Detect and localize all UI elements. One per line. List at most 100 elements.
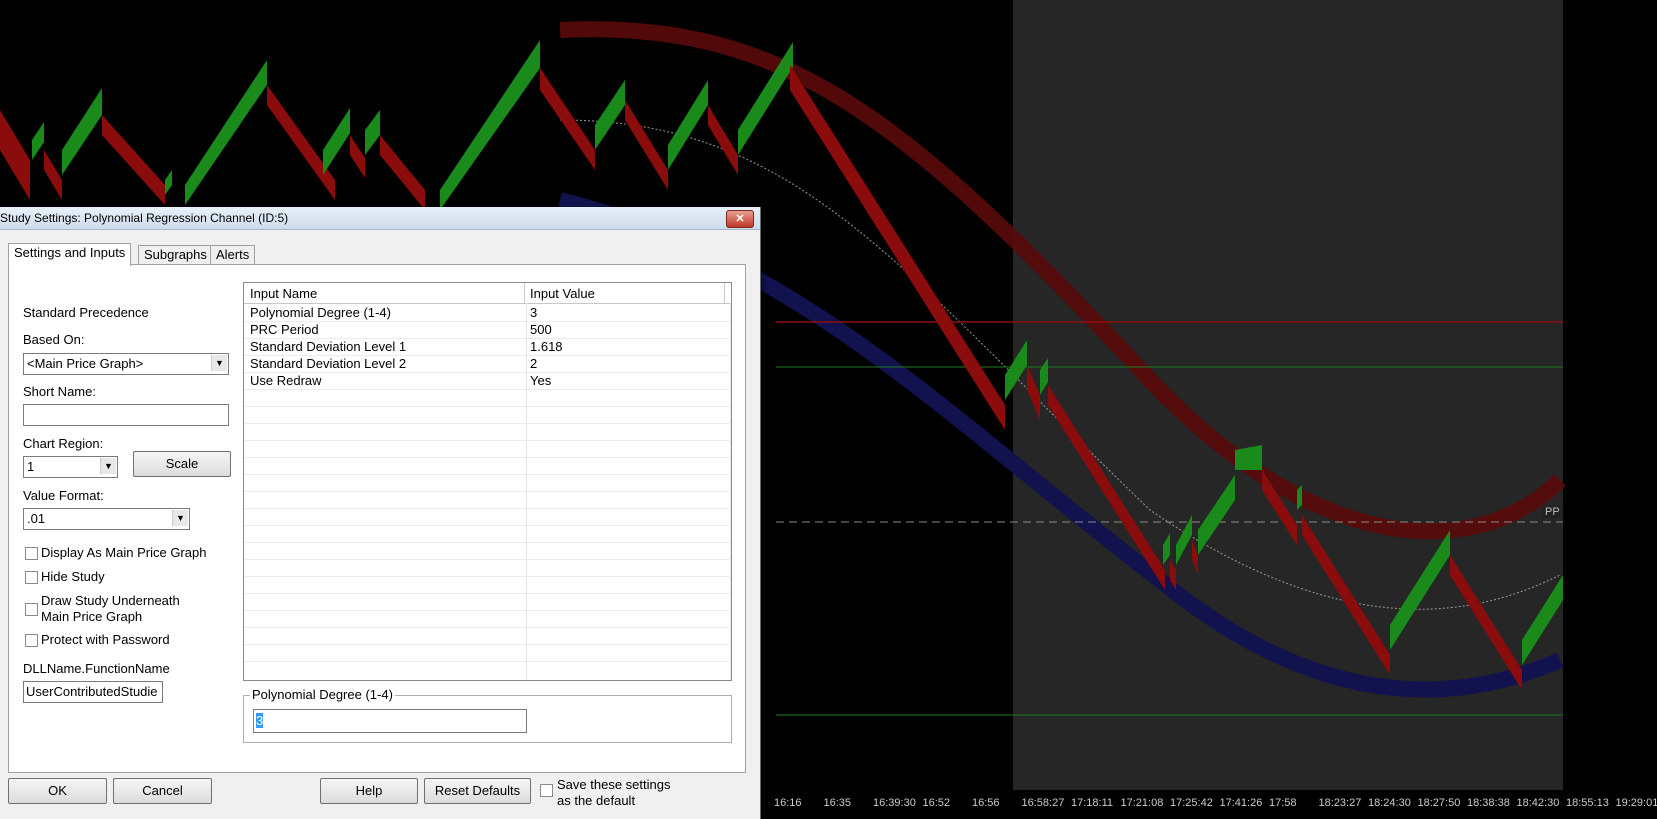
chevron-down-icon[interactable]: ▼: [211, 355, 227, 371]
grid-row[interactable]: [244, 457, 731, 475]
time-tick-label: 16:39:30: [873, 797, 916, 809]
time-tick-label: 19:29:01: [1615, 797, 1657, 809]
input-value-cell[interactable]: 1.618: [530, 339, 563, 354]
grid-row[interactable]: Standard Deviation Level 2 2: [244, 355, 731, 373]
chevron-down-icon[interactable]: ▼: [172, 510, 188, 526]
scale-button[interactable]: Scale: [133, 451, 231, 477]
input-value-cell[interactable]: Yes: [530, 373, 551, 388]
time-tick-label: 18:55:13: [1566, 797, 1609, 809]
grid-row[interactable]: [244, 525, 731, 543]
input-name-cell: Polynomial Degree (1-4): [250, 305, 391, 320]
pivot-label: PP: [1542, 506, 1563, 518]
input-name-cell: Standard Deviation Level 2: [250, 356, 407, 371]
grid-row[interactable]: [244, 440, 731, 458]
dialog-titlebar[interactable]: Study Settings: Polynomial Regression Ch…: [0, 207, 760, 230]
grid-row[interactable]: [244, 593, 731, 611]
short-name-input[interactable]: [23, 404, 229, 426]
time-tick-label: 17:21:08: [1120, 797, 1164, 809]
based-on-select[interactable]: <Main Price Graph> ▼: [23, 353, 229, 375]
grid-row[interactable]: [244, 491, 731, 509]
grid-row[interactable]: [244, 406, 731, 424]
based-on-value: <Main Price Graph>: [27, 356, 144, 371]
protect-password-checkbox[interactable]: [25, 634, 38, 647]
save-default-label: Save these settings: [557, 777, 671, 792]
time-tick-label: 18:38:38: [1467, 797, 1510, 809]
display-as-main-label: Display As Main Price Graph: [41, 545, 207, 560]
ok-button[interactable]: OK: [8, 778, 107, 804]
time-tick-label: 18:23:27: [1318, 797, 1362, 809]
tab-subgraphs[interactable]: Subgraphs: [138, 245, 213, 264]
input-name-cell: Use Redraw: [250, 373, 322, 388]
help-button[interactable]: Help: [320, 778, 418, 804]
grid-row[interactable]: [244, 610, 731, 628]
input-value-cell[interactable]: 2: [530, 356, 537, 371]
value-format-label: Value Format:: [23, 488, 104, 503]
input-editor-value: 3: [256, 713, 264, 728]
session-highlight: [1013, 0, 1563, 790]
time-tick-label: 18:24:30: [1368, 797, 1411, 809]
dll-label: DLLName.FunctionName: [23, 661, 170, 676]
input-value-cell[interactable]: 3: [530, 305, 537, 320]
input-name-cell: PRC Period: [250, 322, 319, 337]
time-tick-label: 17:18:11: [1071, 797, 1114, 809]
time-axis: 16:16 16:35 16:39:30 16:52 16:56 16:58:27 17:1…: [760, 790, 1657, 819]
chart-region-select[interactable]: 1 ▼: [23, 456, 118, 478]
chart-region-value: 1: [27, 459, 35, 474]
chevron-down-icon[interactable]: ▼: [100, 458, 116, 474]
dll-value: UserContributedStudie: [26, 684, 158, 699]
grid-row[interactable]: [244, 474, 731, 492]
save-default-label-2: as the default: [557, 793, 636, 808]
input-editor-legend: Polynomial Degree (1-4): [250, 687, 395, 702]
grid-row[interactable]: Polynomial Degree (1-4) 3: [244, 304, 731, 322]
input-editor-field[interactable]: 3: [253, 709, 527, 733]
grid-row[interactable]: [244, 627, 731, 645]
value-format-select[interactable]: .01 ▼: [23, 508, 190, 530]
input-value-cell[interactable]: 500: [530, 322, 552, 337]
tab-alerts[interactable]: Alerts: [210, 245, 256, 264]
grid-row[interactable]: PRC Period 500: [244, 321, 731, 339]
protect-password-label: Protect with Password: [41, 632, 170, 647]
hide-study-checkbox[interactable]: [25, 571, 38, 584]
time-tick-label: 16:56: [972, 797, 1000, 809]
draw-underneath-label-2: Main Price Graph: [41, 609, 143, 624]
based-on-label: Based On:: [23, 332, 85, 347]
close-button[interactable]: ✕: [726, 210, 754, 228]
grid-row[interactable]: [244, 423, 731, 441]
precedence-label: Standard Precedence: [23, 305, 149, 320]
value-format-value: .01: [27, 511, 46, 526]
time-tick-label: 18:27:50: [1417, 797, 1461, 809]
grid-row[interactable]: Standard Deviation Level 1 1.618: [244, 338, 731, 356]
dialog-title: Study Settings: Polynomial Regression Ch…: [0, 211, 289, 225]
tab-settings-and-inputs[interactable]: Settings and Inputs: [8, 243, 132, 266]
reset-defaults-button[interactable]: Reset Defaults: [424, 778, 531, 804]
display-as-main-checkbox[interactable]: [25, 547, 38, 560]
time-tick-label: 16:16: [774, 797, 802, 809]
time-tick-label: 18:42:30: [1516, 797, 1560, 809]
input-editor-group: Polynomial Degree (1-4) 3: [243, 687, 732, 743]
time-tick-label: 17:58: [1269, 797, 1297, 809]
grid-row[interactable]: [244, 576, 731, 594]
grid-row[interactable]: [244, 644, 731, 662]
time-tick-label: 17:41:26: [1219, 797, 1263, 809]
short-name-label: Short Name:: [23, 384, 96, 399]
close-icon: ✕: [735, 213, 745, 225]
grid-row[interactable]: Use Redraw Yes: [244, 372, 731, 390]
grid-header: Input Name Input Value: [244, 283, 731, 304]
inputs-grid[interactable]: Input Name Input Value Polynomial Degree…: [243, 282, 732, 681]
column-input-value[interactable]: Input Value: [530, 286, 595, 301]
time-tick-label: 16:58:27: [1021, 797, 1065, 809]
time-tick-label: 17:25:42: [1170, 797, 1213, 809]
dll-input[interactable]: UserContributedStudie: [23, 681, 163, 703]
cancel-button[interactable]: Cancel: [113, 778, 212, 804]
chart-region-label: Chart Region:: [23, 436, 104, 451]
grid-row[interactable]: [244, 508, 731, 526]
draw-underneath-checkbox[interactable]: [25, 603, 38, 616]
time-tick-label: 16:52: [922, 797, 951, 809]
draw-underneath-label: Draw Study Underneath: [41, 593, 180, 608]
grid-row[interactable]: [244, 542, 731, 560]
save-default-checkbox[interactable]: [540, 784, 553, 797]
column-input-name[interactable]: Input Name: [250, 286, 317, 301]
grid-row[interactable]: [244, 389, 731, 407]
input-name-cell: Standard Deviation Level 1: [250, 339, 407, 354]
grid-row[interactable]: [244, 559, 731, 577]
